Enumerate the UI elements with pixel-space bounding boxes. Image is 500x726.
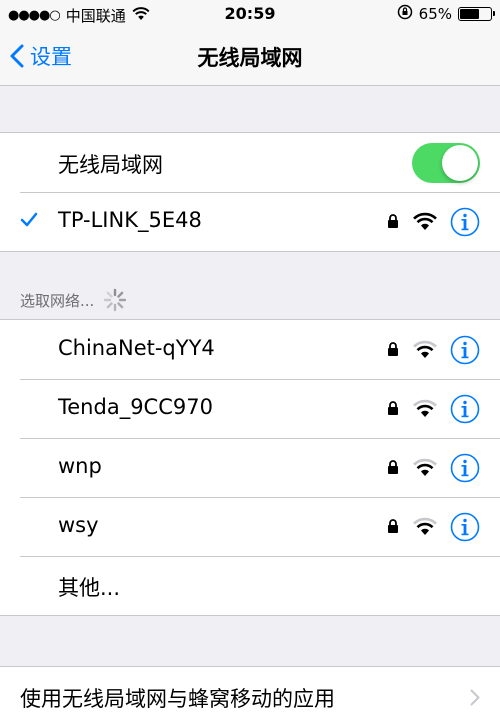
info-icon[interactable]	[450, 207, 480, 237]
info-icon[interactable]	[450, 512, 480, 542]
wifi-signal-icon	[413, 212, 437, 230]
status-bar: ●●●●○ 中国联通 20:59 65%	[0, 0, 500, 30]
lock-icon	[388, 519, 398, 533]
info-icon[interactable]	[450, 453, 480, 483]
wifi-signal-icon	[413, 458, 437, 476]
cellular-apps-row[interactable]: 使用无线局域网与蜂窝移动的应用	[0, 667, 500, 726]
chevron-right-icon	[470, 689, 480, 706]
info-icon[interactable]	[450, 394, 480, 424]
status-right: 65%	[397, 4, 495, 24]
cellular-apps-label: 使用无线局域网与蜂窝移动的应用	[20, 687, 335, 711]
wifi-signal-icon	[413, 399, 437, 417]
battery-level-fill	[460, 9, 479, 19]
checkmark-icon	[20, 212, 38, 227]
network-name: wsy	[58, 513, 99, 537]
choose-network-header: 选取网络...	[20, 287, 128, 313]
network-row[interactable]: Tenda_9CC970	[0, 379, 500, 438]
lock-icon	[388, 214, 398, 228]
info-icon[interactable]	[450, 335, 480, 365]
network-row[interactable]: wnp	[0, 438, 500, 497]
network-name: TP-LINK_5E48	[58, 208, 202, 232]
network-list: ChinaNet-qYY4 Tenda_9CC970 wnp wsy 其他...	[0, 319, 500, 616]
network-row[interactable]: ChinaNet-qYY4	[0, 320, 500, 379]
wifi-toggle-row: 无线局域网	[0, 133, 500, 192]
network-name: ChinaNet-qYY4	[58, 336, 215, 360]
wifi-signal-icon	[413, 517, 437, 535]
network-row[interactable]: wsy	[0, 497, 500, 556]
lock-icon	[388, 401, 398, 415]
connected-network-row[interactable]: TP-LINK_5E48	[0, 192, 500, 251]
lock-icon	[388, 342, 398, 356]
battery-percent: 65%	[418, 5, 452, 23]
wifi-toggle-switch[interactable]	[412, 143, 480, 183]
orientation-lock-icon	[397, 4, 413, 24]
wifi-signal-icon	[413, 340, 437, 358]
navigation-bar: 设置 无线局域网	[0, 30, 500, 86]
cellular-apps-group: 使用无线局域网与蜂窝移动的应用	[0, 666, 500, 726]
network-name: wnp	[58, 454, 102, 478]
section-header-label: 选取网络...	[20, 291, 95, 310]
loading-spinner-icon	[104, 288, 127, 312]
lock-icon	[388, 460, 398, 474]
network-name: Tenda_9CC970	[58, 395, 213, 419]
wifi-main-group: 无线局域网 TP-LINK_5E48	[0, 132, 500, 252]
other-network-row[interactable]: 其他...	[0, 556, 500, 615]
wifi-toggle-label: 无线局域网	[58, 153, 163, 177]
other-network-label: 其他...	[58, 576, 121, 600]
battery-icon	[458, 7, 495, 21]
toggle-knob	[442, 145, 478, 181]
page-title: 无线局域网	[197, 46, 303, 70]
